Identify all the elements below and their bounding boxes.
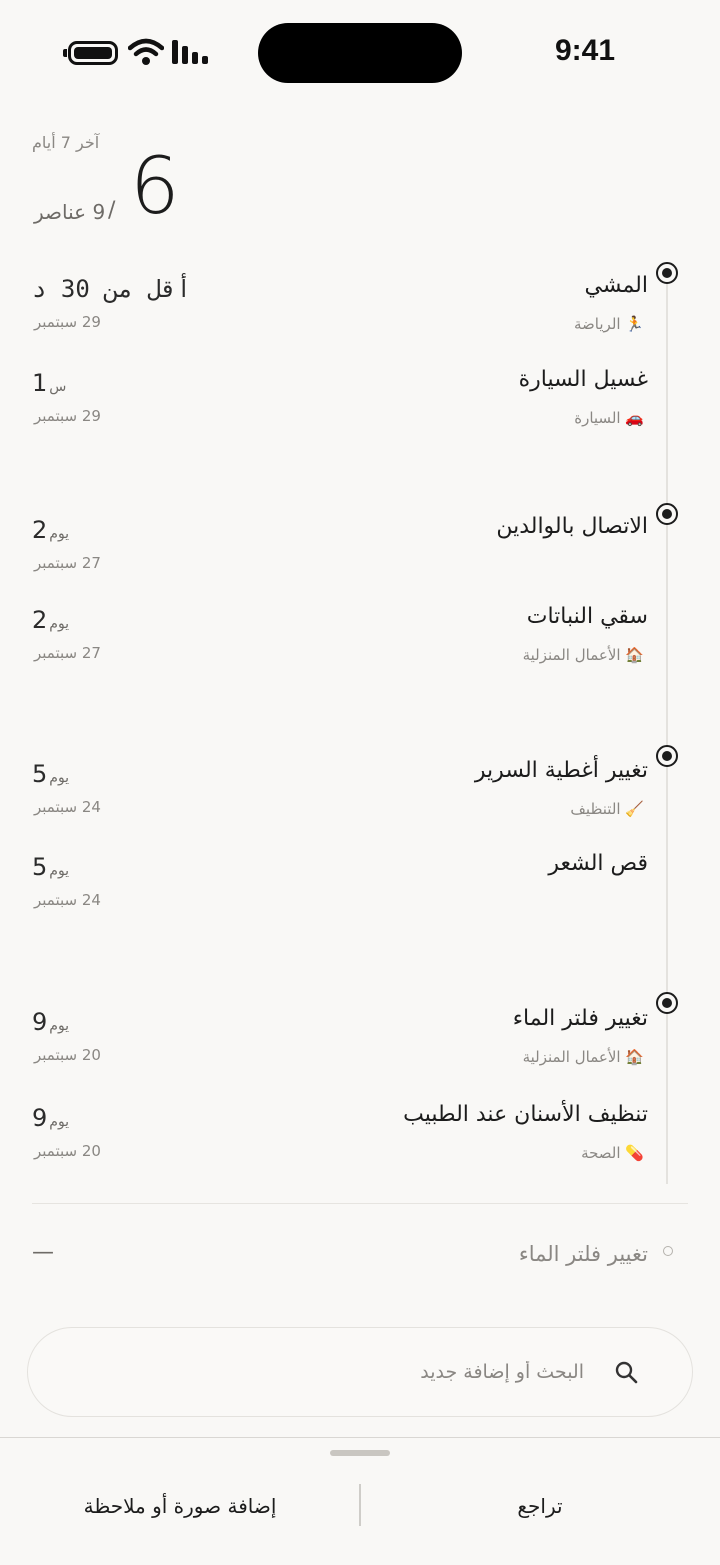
search-input[interactable] [104,1352,584,1392]
done-count: 6 [130,142,180,232]
add-photo-note-button[interactable]: إضافة صورة أو ملاحظة [10,1486,350,1526]
item-title: سقي النباتات [526,604,648,629]
item-date: 29 سبتمبر [34,407,101,425]
undo-button[interactable]: تراجع [370,1486,710,1526]
wifi-icon [128,38,164,65]
pending-value: — [32,1240,54,1265]
list-item-car-wash[interactable]: غسيل السيارة 🚗 السيارة 1س 29 سبتمبر [0,367,720,447]
total-count: 9 عناصر [34,200,106,224]
range-label: آخر 7 أيام [32,133,100,152]
item-category: 🏠 الأعمال المنزلية [522,646,644,664]
item-title: تغيير فلتر الماء [512,1006,648,1031]
item-ago: 9 يوم [32,1104,70,1132]
pending-title: تغيير فلتر الماء [518,1242,648,1266]
item-date: 24 سبتمبر [34,891,101,909]
item-title: تنظيف الأسنان عند الطبيب [403,1102,648,1127]
item-title: غسيل السيارة [518,367,648,392]
item-category: 💊 الصحة [581,1144,644,1162]
bottom-sheet: تراجع إضافة صورة أو ملاحظة [0,1437,720,1565]
item-ago: 2 يوم [32,516,70,544]
pending-item[interactable]: تغيير فلتر الماء — [0,1238,720,1278]
list-item-call-parents[interactable]: الاتصال بالوالدين 2 يوم 27 سبتمبر [0,514,720,594]
count-separator: / [108,198,116,223]
item-category: 🚗 السيارة [574,409,644,427]
item-title: الاتصال بالوالدين [496,514,648,539]
item-date: 24 سبتمبر [34,798,101,816]
item-title: قص الشعر [548,851,648,876]
item-ago: 1س [32,369,67,397]
list-item-water-filter[interactable]: تغيير فلتر الماء 🏠 الأعمال المنزلية 9 يوم… [0,1006,720,1086]
item-date: 27 سبتمبر [34,644,101,662]
item-date: 27 سبتمبر [34,554,101,572]
sheet-separator [359,1484,361,1526]
item-category: 🏃 الرياضة [574,315,644,333]
item-title: المشي [584,273,649,298]
item-ago: 2 يوم [32,606,70,634]
list-item-change-bedsheets[interactable]: تغيير أغطية السرير 🧹 التنظيف 5 يوم 24 سبت… [0,758,720,838]
list-item-haircut[interactable]: قص الشعر 5 يوم 24 سبتمبر [0,851,720,931]
pending-dot-icon [663,1246,673,1256]
sheet-grabber[interactable] [330,1450,390,1456]
item-category: 🧹 التنظيف [570,800,644,818]
list-item-water-plants[interactable]: سقي النباتات 🏠 الأعمال المنزلية 2 يوم 27 … [0,604,720,684]
signal-icon [172,40,208,64]
status-bar: 9:41 [0,0,720,100]
item-date: 20 سبتمبر [34,1142,101,1160]
dynamic-island [258,23,462,83]
status-time: 9:41 [554,34,616,67]
divider [32,1203,688,1204]
list-item-walking[interactable]: المشي 🏃 الرياضة أقل من 30 د 29 سبتمبر [0,273,720,353]
item-date: 29 سبتمبر [34,313,101,331]
item-date: 20 سبتمبر [34,1046,101,1064]
search-bar[interactable] [27,1327,693,1417]
item-ago: 5 يوم [32,760,70,788]
battery-icon [63,41,118,65]
item-category: 🏠 الأعمال المنزلية [522,1048,644,1066]
item-title: تغيير أغطية السرير [474,758,648,783]
search-icon [615,1361,638,1384]
item-ago: 9 يوم [32,1008,70,1036]
list-item-dentist-cleaning[interactable]: تنظيف الأسنان عند الطبيب 💊 الصحة 9 يوم 20… [0,1102,720,1182]
item-ago: أقل من 30 د [32,275,191,303]
item-ago: 5 يوم [32,853,70,881]
